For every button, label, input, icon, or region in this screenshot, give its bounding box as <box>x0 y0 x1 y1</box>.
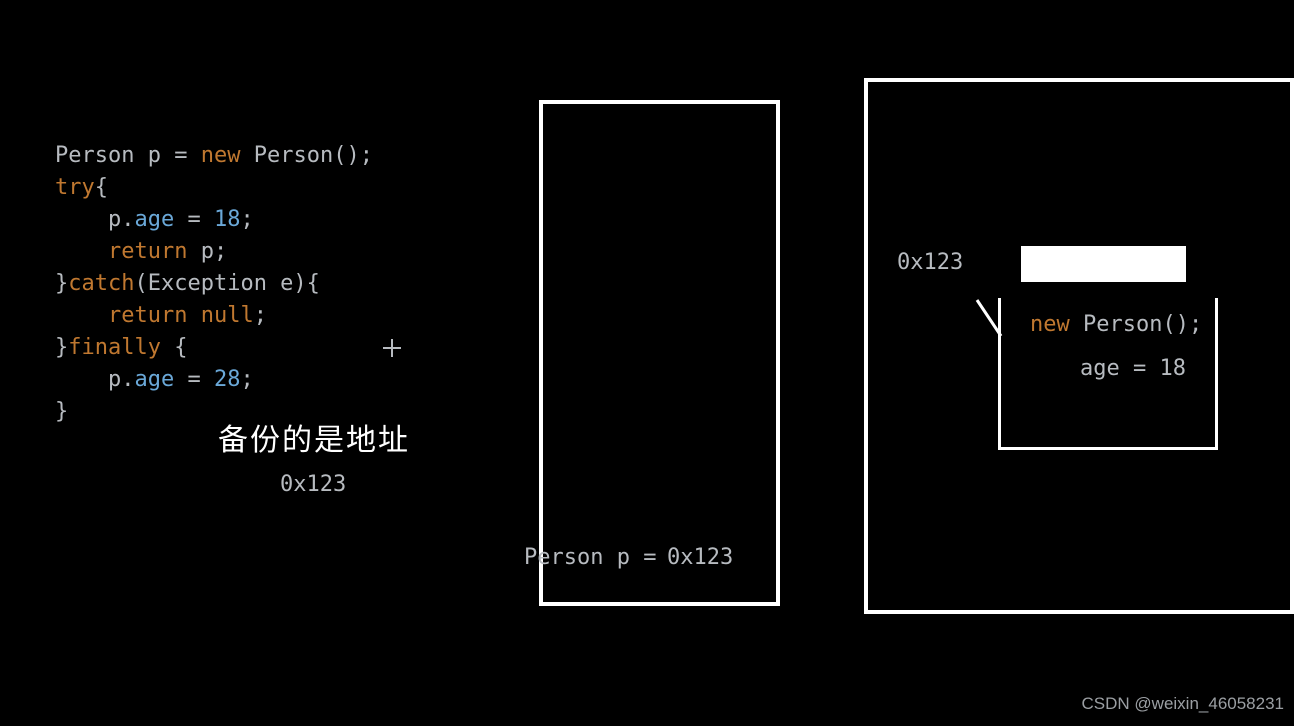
token-indent <box>55 303 108 328</box>
token-dot: . <box>121 207 134 232</box>
code-block: Person p = new Person(); try{ p.age = 18… <box>55 140 373 428</box>
token-call: Person(); <box>240 143 372 168</box>
token-eq: = <box>174 207 214 232</box>
crosshair-cursor-icon <box>383 339 401 357</box>
token-field: age <box>134 207 174 232</box>
heap-object-field: age = 18 <box>1080 356 1186 381</box>
token-indent <box>55 239 108 264</box>
token-eq: = <box>174 367 214 392</box>
token-field: age <box>134 367 174 392</box>
token-p: p <box>108 207 121 232</box>
token-space <box>187 303 200 328</box>
token-var: p <box>134 143 174 168</box>
heap-object-decl: new Person(); <box>1030 312 1202 337</box>
token-indent <box>55 367 108 392</box>
token-call: Person(); <box>1070 312 1202 337</box>
annotation-note: 备份的是地址 <box>218 415 410 459</box>
token-indent <box>55 207 108 232</box>
token-semi: ; <box>240 367 253 392</box>
token-catch: catch <box>68 271 134 296</box>
token-null: null <box>201 303 254 328</box>
token-finally: finally <box>68 335 161 360</box>
token-semi: ; <box>240 207 253 232</box>
watermark: CSDN @weixin_46058231 <box>1082 694 1284 714</box>
heap-highlight-rect <box>1021 246 1186 282</box>
token-new: new <box>1030 312 1070 337</box>
token-p: p <box>108 367 121 392</box>
token-brace: { <box>161 335 188 360</box>
token-brace: } <box>55 399 68 424</box>
heap-address: 0x123 <box>897 250 963 275</box>
token-brace: } <box>55 335 68 360</box>
token-rest: p; <box>187 239 227 264</box>
token-semi: ; <box>254 303 267 328</box>
token-dot: . <box>121 367 134 392</box>
token-type: Person <box>55 143 134 168</box>
token-try: try <box>55 175 95 200</box>
token-num: 28 <box>214 367 241 392</box>
token-return: return <box>108 303 187 328</box>
token-return: return <box>108 239 187 264</box>
token-new: new <box>201 143 241 168</box>
diagram-stage: Person p = new Person(); try{ p.age = 18… <box>0 0 1294 726</box>
token-num: 18 <box>214 207 241 232</box>
token-paren: (Exception e){ <box>134 271 319 296</box>
stack-frame-box <box>539 100 780 606</box>
stack-var-label: Person p = <box>524 545 656 570</box>
token-brace: { <box>95 175 108 200</box>
annotation-address: 0x123 <box>280 472 346 497</box>
token-eq: = <box>174 143 201 168</box>
stack-var-value: 0x123 <box>667 545 733 570</box>
token-brace: } <box>55 271 68 296</box>
